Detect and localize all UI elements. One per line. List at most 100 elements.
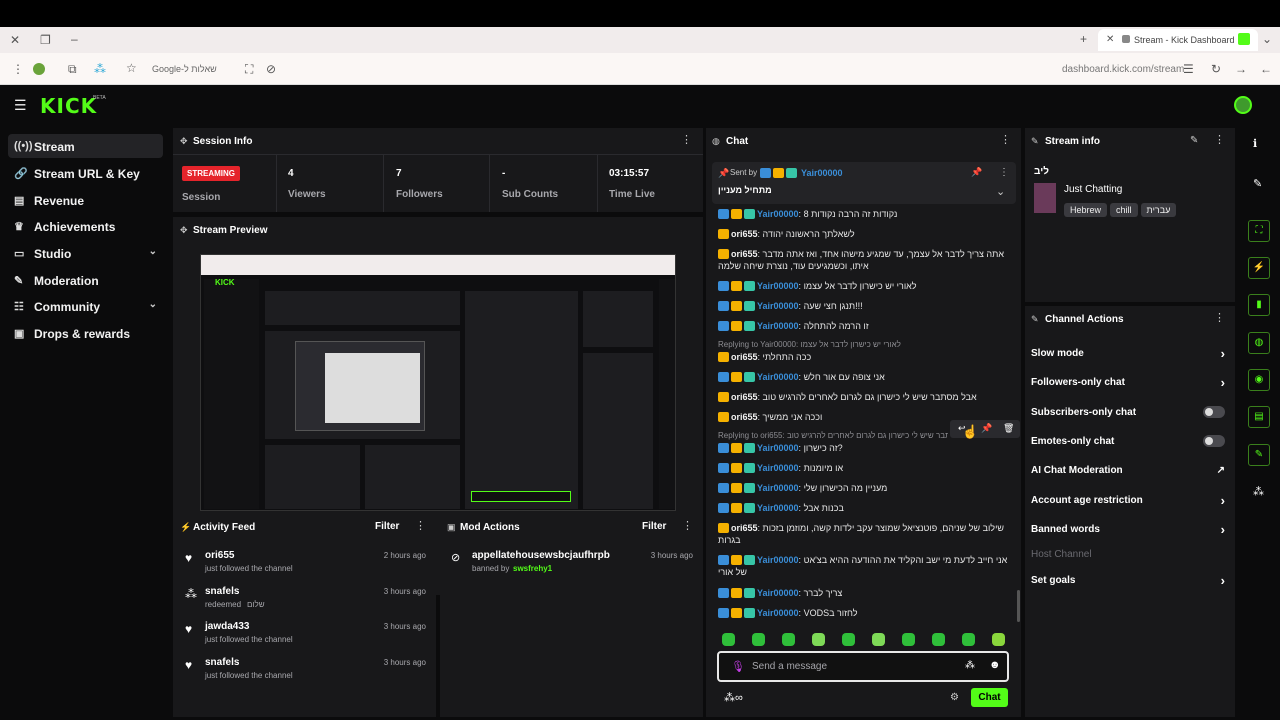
user-avatar[interactable]: [1234, 96, 1252, 114]
new-tab-icon[interactable]: +: [1080, 33, 1087, 45]
chat-input[interactable]: Send a message: [752, 661, 827, 672]
chat-username[interactable]: ori655: [731, 412, 758, 422]
chat-username[interactable]: Yair00000: [757, 209, 799, 219]
chat-message[interactable]: Yair00000: אני חייב לדעת מי ישב והקליד א…: [718, 554, 1008, 578]
chat-username[interactable]: ori655: [731, 249, 758, 259]
chat-message[interactable]: Yair00000: זו הרמה להתחלה: [718, 320, 1008, 332]
subscribers-only-toggle[interactable]: [1203, 406, 1225, 418]
pinned-user[interactable]: Yair00000: [801, 168, 843, 178]
chat-message[interactable]: Yair00000: בכנות אבל: [718, 502, 1008, 514]
sidebar-item-community[interactable]: ☷ Community ⌄: [8, 294, 163, 318]
activity-user[interactable]: ori655: [205, 550, 234, 561]
set-goals-row[interactable]: Set goals ›: [1031, 573, 1231, 588]
more-options-icon[interactable]: ⋮: [1214, 135, 1225, 146]
info-icon[interactable]: ℹ: [1253, 137, 1257, 150]
filter-button[interactable]: Filter: [642, 521, 666, 532]
chat-message[interactable]: ori655: שילוב של שניהם, פוטנציאל שמוצר ע…: [718, 522, 1008, 546]
chat-username[interactable]: Yair00000: [757, 281, 799, 291]
kebab-menu-icon[interactable]: ⋮: [12, 63, 24, 75]
chat-message[interactable]: ori655: לשאלתך הראשונה יהודה: [718, 228, 1008, 240]
chat-username[interactable]: ori655: [731, 392, 758, 402]
wrench-icon[interactable]: ✎: [1248, 444, 1270, 466]
chat-username[interactable]: ori655: [731, 523, 758, 533]
lightning-icon[interactable]: ⚡: [1248, 257, 1270, 279]
hamburger-menu-icon[interactable]: ☰: [14, 97, 27, 114]
document-icon[interactable]: ▮: [1248, 294, 1270, 316]
address-url[interactable]: dashboard.kick.com/stream: [1062, 64, 1184, 75]
activity-user[interactable]: snafels: [205, 586, 239, 597]
emote-icon[interactable]: [812, 633, 825, 646]
tab-menu-icon[interactable]: ⌄: [1262, 33, 1272, 45]
emote-icon[interactable]: [722, 633, 735, 646]
emote-icon[interactable]: [932, 633, 945, 646]
chat-input-box[interactable]: 🎙 Send a message ⁂ ☻: [717, 651, 1009, 682]
chat-message[interactable]: ori655: ככה התחלתי: [718, 351, 1008, 363]
screenshot-icon[interactable]: ⛶: [245, 63, 253, 75]
chat-message[interactable]: ori655: אתה צריך לדבר אל עצמך, עד שמגיע …: [718, 248, 1008, 272]
points-icon[interactable]: ⁂∞: [724, 691, 743, 704]
chat-username[interactable]: Yair00000: [757, 301, 799, 311]
chat-message[interactable]: Yair00000: או מיומנות: [718, 462, 1008, 474]
close-tab-icon[interactable]: ✕: [1106, 34, 1114, 45]
activity-user[interactable]: snafels: [205, 657, 239, 668]
layout-icon[interactable]: ▤: [1248, 406, 1270, 428]
edit-icon[interactable]: ✎: [1190, 135, 1198, 146]
pinned-message[interactable]: 📌 Sent by Yair00000 מתחיל מעניין 📌 ⋮ ⌄: [712, 162, 1016, 204]
ai-moderation-row[interactable]: AI Chat Moderation ↗: [1031, 465, 1231, 476]
emote-icon[interactable]: [842, 633, 855, 646]
points-icon[interactable]: ⁂: [1253, 485, 1264, 498]
bookmark-chip[interactable]: Google-שאלות ל: [152, 64, 217, 74]
chat-username[interactable]: Yair00000: [757, 555, 799, 565]
activity-user[interactable]: jawda433: [205, 621, 249, 632]
category-thumbnail[interactable]: [1034, 183, 1056, 213]
edit-icon[interactable]: ✎: [1253, 177, 1262, 190]
send-chat-button[interactable]: Chat: [971, 688, 1008, 707]
translate-icon[interactable]: ⁂: [965, 660, 975, 671]
pin-icon[interactable]: 📌: [981, 423, 992, 434]
chat-scrollbar[interactable]: [1017, 590, 1020, 622]
chat-username[interactable]: ori655: [731, 229, 758, 239]
chat-message[interactable]: Yair00000: זה כישרון?: [718, 442, 1008, 454]
chat-settings-icon[interactable]: ⚙: [950, 692, 959, 703]
chat-bubble-icon[interactable]: ◍: [1248, 332, 1270, 354]
sidebar-item-moderation[interactable]: ✎ Moderation: [8, 268, 163, 292]
translate-icon[interactable]: ⁂: [94, 63, 106, 75]
chat-username[interactable]: Yair00000: [757, 372, 799, 382]
chat-message[interactable]: Yair00000: VODSלחזור ב: [718, 607, 1008, 619]
chat-username[interactable]: Yair00000: [757, 588, 799, 598]
extensions-icon[interactable]: ⧉: [68, 63, 77, 75]
filter-button[interactable]: Filter: [375, 521, 399, 532]
kick-logo[interactable]: KICK: [40, 94, 97, 118]
chat-message[interactable]: Yair00000: נקודות זה הרבה נקודות 8: [718, 208, 1008, 220]
emote-icon[interactable]: [752, 633, 765, 646]
chat-message[interactable]: Yair00000: צריך לברר: [718, 587, 1008, 599]
followers-only-row[interactable]: Followers-only chat ›: [1031, 375, 1231, 390]
profile-avatar-icon[interactable]: [33, 63, 45, 75]
more-options-icon[interactable]: ⋮: [1214, 313, 1225, 324]
mod-by-user[interactable]: swsfrehy1: [513, 564, 552, 573]
more-options-icon[interactable]: ⋮: [415, 521, 426, 532]
unpin-icon[interactable]: 📌: [971, 167, 982, 178]
more-options-icon[interactable]: ⋮: [681, 135, 692, 146]
chat-username[interactable]: Yair00000: [757, 608, 799, 618]
emoji-icon[interactable]: ☻: [989, 659, 1001, 671]
chat-message[interactable]: Yair00000: אני צופה עם אור חלש: [718, 371, 1008, 383]
sidebar-item-stream[interactable]: ((•)) Stream: [8, 134, 163, 158]
back-icon[interactable]: ←: [1260, 63, 1272, 75]
chat-username[interactable]: Yair00000: [757, 503, 799, 513]
close-window-icon[interactable]: ✕: [10, 34, 20, 46]
broadcast-icon[interactable]: ◉: [1248, 369, 1270, 391]
category-name[interactable]: Just Chatting: [1064, 184, 1122, 195]
forward-icon[interactable]: →: [1235, 63, 1247, 75]
minimize-window-icon[interactable]: –: [71, 33, 78, 45]
chat-username[interactable]: Yair00000: [757, 483, 799, 493]
chat-username[interactable]: Yair00000: [757, 321, 799, 331]
chat-message[interactable]: Yair00000: תנגן חצי שעה!!!: [718, 300, 1008, 312]
mod-target-user[interactable]: appellatehousewsbcjaufhrpb: [472, 550, 622, 561]
more-options-icon[interactable]: ⋮: [682, 521, 693, 532]
sidebar-item-stream-url[interactable]: 🔗 Stream URL & Key: [8, 161, 163, 185]
site-settings-icon[interactable]: ☰: [1183, 63, 1194, 75]
chat-message[interactable]: Yair00000: לאורי יש כישרון לדבר אל עצמו: [718, 280, 1008, 292]
chat-username[interactable]: ori655: [731, 352, 758, 362]
sidebar-item-achievements[interactable]: ♛ Achievements: [8, 214, 163, 238]
